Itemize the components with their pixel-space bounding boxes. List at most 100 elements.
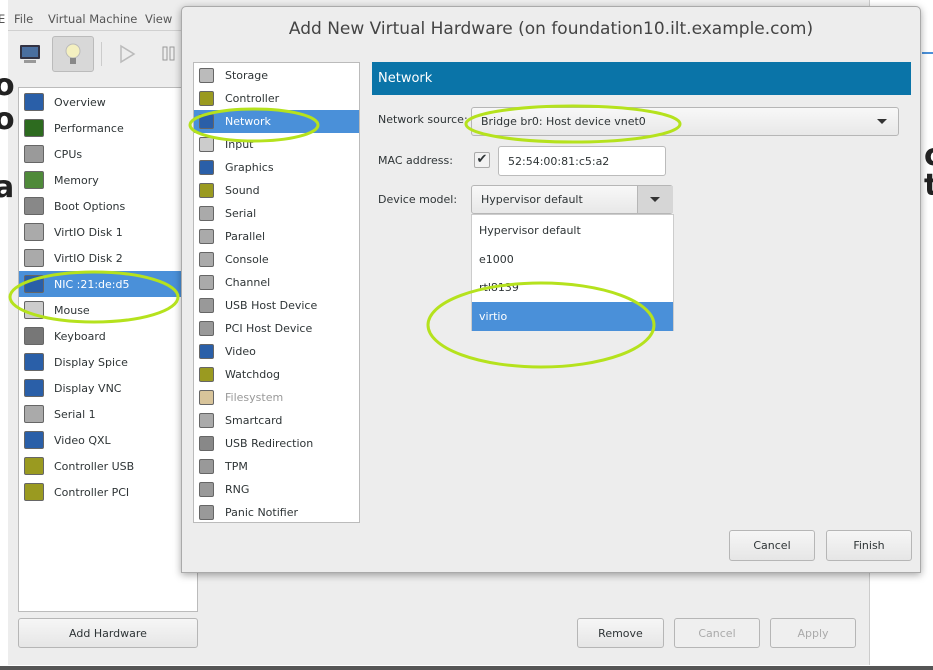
list-item-label: Sound bbox=[225, 184, 260, 197]
option-rtl8139[interactable]: rtl8139 bbox=[472, 273, 673, 302]
list-item-video-qxl[interactable]: Video QXL bbox=[19, 427, 197, 453]
background-text: o bbox=[0, 102, 15, 137]
list-item-input[interactable]: Input bbox=[194, 133, 359, 156]
toolbar-separator bbox=[101, 42, 102, 66]
list-item-channel[interactable]: Channel bbox=[194, 271, 359, 294]
list-item-nic-21-de-d5[interactable]: NIC :21:de:d5 bbox=[19, 271, 197, 297]
list-item-parallel[interactable]: Parallel bbox=[194, 225, 359, 248]
list-item-label: Input bbox=[225, 138, 254, 151]
list-item-label: Mouse bbox=[54, 303, 90, 317]
network-source-value: Bridge br0: Host device vnet0 bbox=[481, 115, 646, 128]
background-text: a bbox=[0, 170, 15, 205]
list-item-label: Controller PCI bbox=[54, 485, 130, 499]
disk-icon bbox=[24, 249, 44, 267]
gears-icon bbox=[199, 298, 214, 313]
list-item-controller[interactable]: Controller bbox=[194, 87, 359, 110]
remove-button[interactable]: Remove bbox=[577, 618, 664, 648]
list-item-keyboard[interactable]: Keyboard bbox=[19, 323, 197, 349]
smartcard-icon bbox=[199, 413, 214, 428]
vm-hardware-list[interactable]: Overview Performance CPUs Memory Boot Option… bbox=[18, 87, 198, 612]
folder-icon bbox=[199, 390, 214, 405]
list-item-memory[interactable]: Memory bbox=[19, 167, 197, 193]
option-virtio[interactable]: virtio bbox=[472, 302, 673, 331]
list-item-panic-notifier[interactable]: Panic Notifier bbox=[194, 501, 359, 524]
list-item-sound[interactable]: Sound bbox=[194, 179, 359, 202]
serial-icon bbox=[199, 275, 214, 290]
list-item-label: Console bbox=[225, 253, 269, 266]
list-item-performance[interactable]: Performance bbox=[19, 115, 197, 141]
list-item-label: USB Host Device bbox=[225, 299, 318, 312]
list-item-serial[interactable]: Serial bbox=[194, 202, 359, 225]
list-item-video[interactable]: Video bbox=[194, 340, 359, 363]
apply-button[interactable]: Apply bbox=[770, 618, 856, 648]
dialog-cancel-button[interactable]: Cancel bbox=[729, 530, 815, 561]
list-item-network[interactable]: Network bbox=[194, 110, 359, 133]
chevron-down-icon bbox=[650, 197, 660, 202]
chevron-down-icon bbox=[877, 119, 887, 124]
mac-address-input[interactable]: 52:54:00:81:c5:a2 bbox=[498, 146, 666, 176]
list-item-rng[interactable]: RNG bbox=[194, 478, 359, 501]
list-item-usb-redirection[interactable]: USB Redirection bbox=[194, 432, 359, 455]
list-item-cpus[interactable]: CPUs bbox=[19, 141, 197, 167]
list-item-storage[interactable]: Storage bbox=[194, 64, 359, 87]
menu-file[interactable]: File bbox=[14, 12, 33, 26]
list-item-label: Controller USB bbox=[54, 459, 135, 473]
network-icon bbox=[199, 114, 214, 129]
list-item-smartcard[interactable]: Smartcard bbox=[194, 409, 359, 432]
list-item-virtio-disk-2[interactable]: VirtIO Disk 2 bbox=[19, 245, 197, 271]
list-item-pci-host-device[interactable]: PCI Host Device bbox=[194, 317, 359, 340]
list-item-display-vnc[interactable]: Display VNC bbox=[19, 375, 197, 401]
list-item-console[interactable]: Console bbox=[194, 248, 359, 271]
option-e1000[interactable]: e1000 bbox=[472, 245, 673, 274]
details-button[interactable] bbox=[52, 36, 94, 72]
run-button[interactable] bbox=[106, 36, 148, 72]
menu-virtual-machine[interactable]: Virtual Machine bbox=[48, 12, 137, 26]
menu-view[interactable]: View bbox=[145, 12, 172, 26]
monitor-icon bbox=[199, 160, 214, 175]
mouse-icon bbox=[24, 301, 44, 319]
device-model-select[interactable]: Hypervisor default bbox=[471, 185, 673, 214]
list-item-label: Display Spice bbox=[54, 355, 128, 369]
list-item-watchdog[interactable]: Watchdog bbox=[194, 363, 359, 386]
list-item-label: Display VNC bbox=[54, 381, 122, 395]
card-icon bbox=[24, 457, 44, 475]
finish-button[interactable]: Finish bbox=[826, 530, 912, 561]
console-button[interactable] bbox=[9, 36, 51, 72]
list-item-graphics[interactable]: Graphics bbox=[194, 156, 359, 179]
keyboard-icon bbox=[24, 327, 44, 345]
list-item-usb-host-device[interactable]: USB Host Device bbox=[194, 294, 359, 317]
background-text: o bbox=[0, 68, 15, 103]
menu-edit[interactable]: E bbox=[0, 12, 5, 26]
monitor-icon bbox=[24, 379, 44, 397]
list-item-controller-usb[interactable]: Controller USB bbox=[19, 453, 197, 479]
list-item-tpm[interactable]: TPM bbox=[194, 455, 359, 478]
add-hardware-button[interactable]: Add Hardware bbox=[18, 618, 198, 648]
cancel-button[interactable]: Cancel bbox=[674, 618, 760, 648]
hardware-type-list[interactable]: Storage Controller Network Input Graphics Sou… bbox=[193, 62, 360, 523]
network-source-select[interactable]: Bridge br0: Host device vnet0 bbox=[471, 107, 899, 136]
list-item-label: Controller bbox=[225, 92, 280, 105]
monitor-icon bbox=[24, 93, 44, 111]
list-item-display-spice[interactable]: Display Spice bbox=[19, 349, 197, 375]
checkmark-icon: ✔ bbox=[476, 152, 488, 167]
list-item-label: NIC :21:de:d5 bbox=[54, 277, 130, 291]
list-item-label: Network bbox=[225, 115, 271, 128]
card-icon bbox=[199, 367, 214, 382]
option-hypervisor-default[interactable]: Hypervisor default bbox=[472, 216, 673, 245]
list-item-virtio-disk-1[interactable]: VirtIO Disk 1 bbox=[19, 219, 197, 245]
gears-icon bbox=[199, 321, 214, 336]
list-item-boot-options[interactable]: Boot Options bbox=[19, 193, 197, 219]
list-item-controller-pci[interactable]: Controller PCI bbox=[19, 479, 197, 505]
section-header: Network bbox=[372, 62, 911, 95]
mac-address-checkbox[interactable]: ✔ bbox=[474, 152, 490, 168]
list-item-serial-1[interactable]: Serial 1 bbox=[19, 401, 197, 427]
list-item-label: VirtIO Disk 1 bbox=[54, 225, 123, 239]
gears-icon bbox=[24, 197, 44, 215]
list-item-overview[interactable]: Overview bbox=[19, 89, 197, 115]
usb-icon bbox=[199, 436, 214, 451]
network-source-label: Network source: bbox=[378, 113, 468, 126]
list-item-label: RNG bbox=[225, 483, 250, 496]
list-item-filesystem[interactable]: Filesystem bbox=[194, 386, 359, 409]
list-item-mouse[interactable]: Mouse bbox=[19, 297, 197, 323]
list-item-label: Filesystem bbox=[225, 391, 284, 404]
